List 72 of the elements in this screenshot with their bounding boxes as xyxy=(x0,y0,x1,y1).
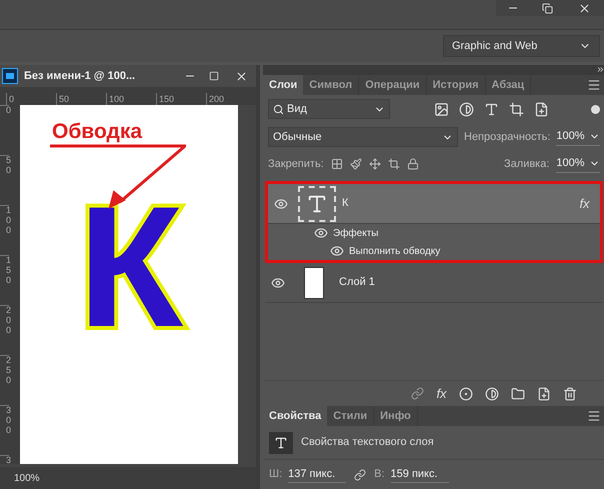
effects-label: Эффекты xyxy=(333,226,378,240)
layer-name: Слой 1 xyxy=(339,275,375,290)
height-label: В: xyxy=(374,467,385,482)
height-field[interactable]: 159 пикс. xyxy=(390,466,449,484)
move-icon[interactable] xyxy=(368,158,381,170)
blend-mode-dropdown[interactable]: Обычные xyxy=(268,127,458,147)
collapse-icon[interactable] xyxy=(596,65,604,74)
ruler-label: 200 xyxy=(0,305,9,355)
panel-menu-icon[interactable] xyxy=(586,78,601,92)
lock-icon[interactable] xyxy=(406,158,419,170)
filter-dropdown[interactable]: Вид xyxy=(268,99,390,119)
image-icon[interactable] xyxy=(434,102,449,116)
link-icon[interactable] xyxy=(411,387,424,400)
fx-button[interactable]: fx xyxy=(436,384,447,404)
ruler-label: 0 xyxy=(0,105,9,155)
close-icon xyxy=(578,2,590,14)
crop-icon[interactable] xyxy=(388,158,400,170)
properties-title: Свойства текстового слоя xyxy=(301,435,434,450)
opacity-field[interactable]: 100% xyxy=(556,128,600,146)
document-title: Без имени-1 @ 100... xyxy=(24,68,136,84)
panel-tab[interactable]: Абзац xyxy=(486,75,532,95)
type-icon xyxy=(274,436,288,450)
lock-transparency-icon[interactable] xyxy=(330,158,343,170)
width-label: Ш: xyxy=(269,467,282,482)
layer-thumbnail xyxy=(304,266,324,298)
width-field[interactable]: 137 пикс. xyxy=(288,466,346,484)
filter-toggle[interactable] xyxy=(590,104,600,114)
folder-icon[interactable] xyxy=(510,386,525,400)
restore-icon xyxy=(542,2,552,14)
ruler-label: 50 xyxy=(0,155,9,205)
logo-icon xyxy=(5,72,15,80)
link-icon[interactable] xyxy=(354,468,366,480)
type-icon[interactable] xyxy=(484,102,499,116)
fill-label: Заливка: xyxy=(504,156,550,172)
panel-tab[interactable]: Слои xyxy=(263,75,304,95)
fill-field[interactable]: 100% xyxy=(556,155,600,173)
panel-tab[interactable]: Инфо xyxy=(374,406,418,426)
fx-indicator: fx xyxy=(579,194,590,213)
adjustment-icon[interactable] xyxy=(459,102,474,116)
ruler-label: 150 xyxy=(0,255,9,305)
new-layer-icon[interactable] xyxy=(536,386,551,400)
layer-row[interactable]: К fx xyxy=(268,184,600,224)
lock-label: Закрепить: xyxy=(268,156,324,172)
eye-icon[interactable] xyxy=(314,226,328,240)
layer-name: К xyxy=(342,196,348,212)
eye-icon[interactable] xyxy=(271,276,285,290)
panel-tab[interactable]: Свойства xyxy=(263,406,328,426)
panel-tab[interactable]: История xyxy=(426,75,486,95)
adjustment-icon[interactable] xyxy=(484,386,499,400)
maximize-icon xyxy=(209,71,219,81)
panel-tab[interactable]: Символ xyxy=(303,75,360,95)
opacity-label: Непрозрачность: xyxy=(464,130,550,145)
annotation-label: Обводка xyxy=(52,119,144,145)
smart-object-icon[interactable] xyxy=(534,102,549,116)
close-icon xyxy=(234,70,248,82)
search-icon xyxy=(273,104,284,114)
mask-icon[interactable] xyxy=(458,386,473,400)
panel-tab[interactable]: Стили xyxy=(327,406,374,426)
workspace-dropdown[interactable]: Graphic and Web xyxy=(443,35,600,57)
canvas-letter: К xyxy=(78,197,184,337)
effect-name: Выполнить обводку xyxy=(349,244,440,258)
brush-icon[interactable] xyxy=(350,158,362,170)
zoom-level: 100% xyxy=(14,472,40,486)
ruler-label: 250 xyxy=(0,355,9,405)
eye-icon[interactable] xyxy=(330,244,344,258)
panel-tab[interactable]: Операции xyxy=(359,75,427,95)
panel-menu-icon[interactable] xyxy=(586,409,601,423)
eye-icon[interactable] xyxy=(274,196,288,210)
trash-icon[interactable] xyxy=(562,386,577,400)
ruler-label: 100 xyxy=(0,205,9,255)
ruler-label: 300 xyxy=(0,405,9,455)
shape-icon[interactable] xyxy=(509,102,524,116)
